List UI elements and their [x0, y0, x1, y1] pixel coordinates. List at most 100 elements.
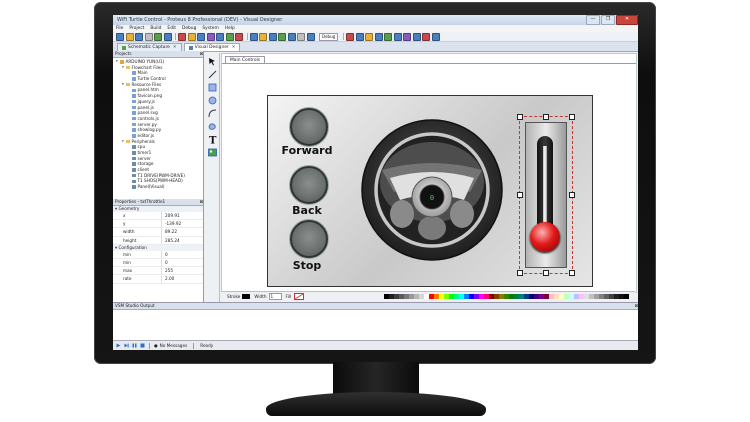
pin-icon[interactable]: ⊠: [634, 303, 638, 309]
image-tool-icon[interactable]: [207, 147, 217, 157]
arc-tool-icon[interactable]: [207, 108, 217, 118]
property-row[interactable]: y -139.92: [113, 220, 203, 229]
toolbar-button-icon[interactable]: [197, 32, 205, 41]
fill-swatch[interactable]: [294, 293, 305, 300]
toolbar-button-icon[interactable]: [297, 32, 305, 41]
property-value[interactable]: -139.92: [161, 220, 181, 228]
selection-handle[interactable]: [517, 114, 523, 120]
line-tool-icon[interactable]: [207, 69, 217, 79]
property-row[interactable]: min 0: [113, 250, 203, 259]
back-button-icon[interactable]: [290, 166, 328, 204]
toolbar-button-icon[interactable]: [216, 32, 224, 41]
path-tool-icon[interactable]: [207, 121, 217, 131]
toolbar-button-icon[interactable]: [403, 32, 412, 41]
toolbar-button-icon[interactable]: [306, 32, 315, 41]
minimize-button[interactable]: —: [586, 15, 600, 25]
property-row[interactable]: min 0: [113, 258, 203, 268]
forward-button-icon[interactable]: [290, 108, 328, 146]
property-value[interactable]: 89.22: [161, 228, 177, 236]
toolbar-button-icon[interactable]: [422, 32, 431, 41]
step-icon[interactable]: [124, 343, 129, 348]
property-value[interactable]: 0: [161, 250, 168, 258]
text-tool-icon[interactable]: T: [207, 134, 217, 144]
toolbar-button-icon[interactable]: [125, 32, 134, 41]
messages-icon[interactable]: ●: [154, 343, 158, 348]
menu-item[interactable]: Edit: [167, 26, 176, 31]
selection-handle[interactable]: [569, 270, 575, 276]
toolbar-button-icon[interactable]: [412, 32, 421, 41]
toolbar-button-icon[interactable]: [431, 32, 440, 41]
toolbar-button-icon[interactable]: [154, 32, 162, 41]
stop-button-icon[interactable]: [290, 220, 328, 258]
property-row[interactable]: rate 2.00: [113, 275, 203, 284]
steering-wheel-icon[interactable]: 0: [360, 118, 504, 262]
property-value[interactable]: 255: [161, 267, 173, 275]
expand-icon[interactable]: ▾: [116, 59, 119, 65]
toolbar-button-icon[interactable]: [259, 32, 267, 41]
property-row[interactable]: height 285.24: [113, 236, 203, 245]
toolbar-button-icon[interactable]: [135, 32, 143, 41]
toolbar-button-icon[interactable]: [116, 32, 124, 41]
maximize-button[interactable]: ❐: [601, 15, 615, 25]
toolbar-button-icon[interactable]: [144, 32, 153, 41]
toolbar-button-icon[interactable]: [278, 32, 286, 41]
pin-icon[interactable]: ⊠: [199, 199, 203, 205]
toolbar-button-icon[interactable]: [393, 32, 402, 41]
close-button[interactable]: ✕: [616, 15, 638, 25]
property-value[interactable]: 209.91: [161, 212, 180, 220]
selection-handle[interactable]: [569, 192, 575, 198]
property-row[interactable]: x 209.91: [113, 212, 203, 221]
pause-icon[interactable]: [132, 343, 137, 348]
circle-tool-icon[interactable]: [207, 95, 217, 105]
pin-icon[interactable]: ⊠: [199, 51, 203, 57]
toolbar-button-icon[interactable]: [268, 32, 277, 41]
selection-handle[interactable]: [517, 270, 523, 276]
expand-icon[interactable]: ▾: [122, 82, 125, 88]
toolbar-button-icon[interactable]: [235, 32, 243, 41]
rectangle-tool-icon[interactable]: [207, 82, 217, 92]
property-value[interactable]: 0: [161, 258, 168, 267]
tab-close-icon[interactable]: ✕: [232, 45, 236, 50]
toolbar-button-icon[interactable]: [355, 32, 364, 41]
property-value[interactable]: 285.24: [161, 236, 180, 244]
messages-status[interactable]: No Messages: [160, 343, 188, 348]
toolbar-button-icon[interactable]: [384, 32, 393, 41]
expand-icon[interactable]: ▾: [122, 139, 125, 145]
tab-schematic-capture[interactable]: Schematic Capture ✕: [117, 43, 182, 51]
toolbar-button-icon[interactable]: [346, 32, 355, 41]
color-swatch[interactable]: [624, 294, 629, 299]
toolbar-button-icon[interactable]: [206, 32, 215, 41]
toolbar-button-icon[interactable]: [374, 32, 383, 41]
toolbar-button-icon[interactable]: [178, 32, 186, 41]
play-icon[interactable]: [116, 343, 121, 348]
property-value[interactable]: 2.00: [161, 275, 174, 283]
stop-icon[interactable]: [140, 343, 145, 348]
tab-close-icon[interactable]: ✕: [173, 45, 177, 50]
selection-handle[interactable]: [517, 192, 523, 198]
toolbar-button-icon[interactable]: [249, 32, 258, 41]
selection-handle[interactable]: [543, 270, 549, 276]
toolbar-button-icon[interactable]: [187, 32, 196, 41]
tab-visual-designer[interactable]: Visual Designer ✕: [183, 43, 241, 51]
toolbar-button-icon[interactable]: [225, 32, 234, 41]
build-config-select[interactable]: Debug: [319, 32, 339, 41]
stroke-swatch[interactable]: [242, 294, 251, 299]
menu-item[interactable]: File: [116, 26, 123, 31]
property-row[interactable]: max 255: [113, 267, 203, 276]
select-tool-icon[interactable]: [207, 56, 217, 66]
width-input[interactable]: 1: [268, 293, 282, 300]
toolbar-button-icon[interactable]: [163, 32, 172, 41]
menu-item[interactable]: Help: [225, 26, 235, 31]
property-row[interactable]: width 89.22: [113, 228, 203, 237]
menu-item[interactable]: Project: [129, 26, 144, 31]
toolbar-button-icon[interactable]: [287, 32, 296, 41]
throttle-knob-icon[interactable]: [530, 222, 560, 252]
selection-handle[interactable]: [569, 114, 575, 120]
menu-item[interactable]: Debug: [182, 26, 196, 31]
project-tree-item[interactable]: Panel(Visual): [113, 184, 203, 190]
selection-handle[interactable]: [543, 114, 549, 120]
toolbar-button-icon[interactable]: [365, 32, 374, 41]
expand-icon[interactable]: ▾: [122, 65, 125, 71]
menu-item[interactable]: Build: [150, 26, 161, 31]
menu-item[interactable]: System: [202, 26, 218, 31]
